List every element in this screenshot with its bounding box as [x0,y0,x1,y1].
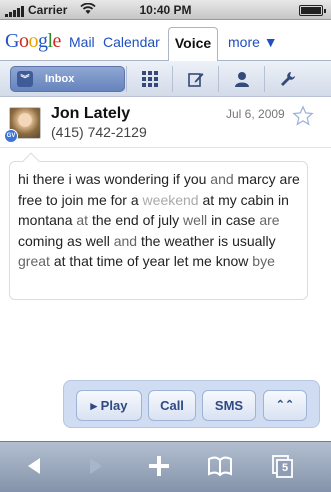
transcript-word: a [130,191,139,208]
collapse-up-button[interactable]: ⌃⌃ [263,390,307,421]
transcript-word: are [279,171,300,187]
voicemail-transcript: hi there i was wondering if you and marc… [18,169,303,272]
inbox-label: Inbox [45,73,75,85]
transcript-word: july [158,212,180,228]
status-bar: Carrier 10:40 PM [0,0,331,20]
transcript-word: and [210,171,234,187]
transcript-word: know [215,253,249,269]
google-logo[interactable]: Google [5,30,61,53]
bookmarks-book-icon[interactable] [206,452,234,480]
logo-letter: G [5,30,19,52]
voicemail-badge-icon: GV [4,129,18,143]
transcript-word: coming [18,232,64,249]
transcript-word: was [75,171,101,187]
tab-voice[interactable]: Voice [168,27,218,62]
contacts-button[interactable] [218,66,264,92]
pages-count: 5 [282,462,289,474]
transcript-word: usually [232,232,276,249]
transcript-word: you [183,171,207,187]
apps-grid-icon [142,71,158,87]
logo-letter: e [52,30,62,52]
sms-button[interactable]: SMS [202,390,256,421]
transcript-word: my [218,191,237,208]
transcript-word: well [85,232,110,249]
transcript-word: bye [252,253,275,269]
nav-link-mail[interactable]: Mail [69,34,95,50]
settings-button[interactable] [264,66,310,92]
transcript-word: of [142,212,155,228]
compose-icon [188,73,204,87]
transcript-word: at [53,253,66,269]
transcript-word: weather [164,232,215,249]
transcript-word: me [192,253,212,269]
contacts-icon [235,72,249,87]
contact-phone[interactable]: (415) 742-2129 [51,124,147,140]
transcript-word: time [96,253,124,269]
transcript-word: end [115,212,139,228]
transcript-word: is [218,232,229,249]
transcript-word: and [113,232,138,249]
transcript-word: in [211,212,222,228]
settings-wrench-icon [281,72,295,86]
transcript-word: montana [18,212,73,228]
transcript-word: year [142,253,170,269]
back-arrow-icon[interactable] [20,452,48,480]
star-icon[interactable] [292,105,314,127]
transcript-word: marcy [237,171,276,187]
transcript-word: well [183,212,208,228]
play-button[interactable]: ▸ Play [76,390,142,421]
transcript-word: that [69,253,93,269]
transcript-word: there [32,171,65,187]
transcript-word: i [68,171,72,187]
transcript-word: in [277,191,289,208]
inbox-dropdown-button[interactable]: ︾ Inbox [10,66,125,92]
add-bookmark-icon[interactable] [145,452,173,480]
transcript-word: of [126,253,139,269]
transcript-word: for [110,191,127,208]
transcript-word: cabin [240,191,275,208]
transcript-word: are [259,212,280,228]
transcript-word: case [225,212,256,228]
transcript-word: at [76,212,89,228]
nav-more-dropdown[interactable]: more ▼ [228,34,278,50]
transcript-word: to [46,191,58,208]
chevron-down-icon: ︾ [17,71,33,87]
voice-toolbar: ︾ Inbox [0,61,331,97]
transcript-word: weekend [142,191,199,208]
forward-arrow-icon[interactable] [82,452,110,480]
transcript-word: wondering [104,171,170,187]
transcript-word: great [18,253,50,269]
transcript-word: let [173,253,189,269]
transcript-word: hi [18,171,29,187]
message-date: Jul 6, 2009 [226,107,285,121]
transcript-word: as [67,232,82,249]
battery-icon [299,5,326,16]
apps-grid-button[interactable] [126,66,172,92]
logo-letter: o [28,30,38,52]
header-divider [0,147,331,148]
compose-button[interactable] [172,66,218,92]
transcript-word: if [172,171,180,187]
transcript-word: the [140,232,161,249]
contact-name[interactable]: Jon Lately [51,105,130,123]
call-button[interactable]: Call [148,390,196,421]
google-nav-bar: Google Mail Calendar Voice more ▼ [0,21,331,62]
transcript-word: join [61,191,84,208]
nav-link-calendar[interactable]: Calendar [103,34,160,50]
transcript-word: the [91,212,112,228]
clock: 10:40 PM [139,3,192,17]
transcript-word: free [18,191,43,208]
transcript-word: at [202,191,215,208]
transcript-word: me [87,191,107,208]
